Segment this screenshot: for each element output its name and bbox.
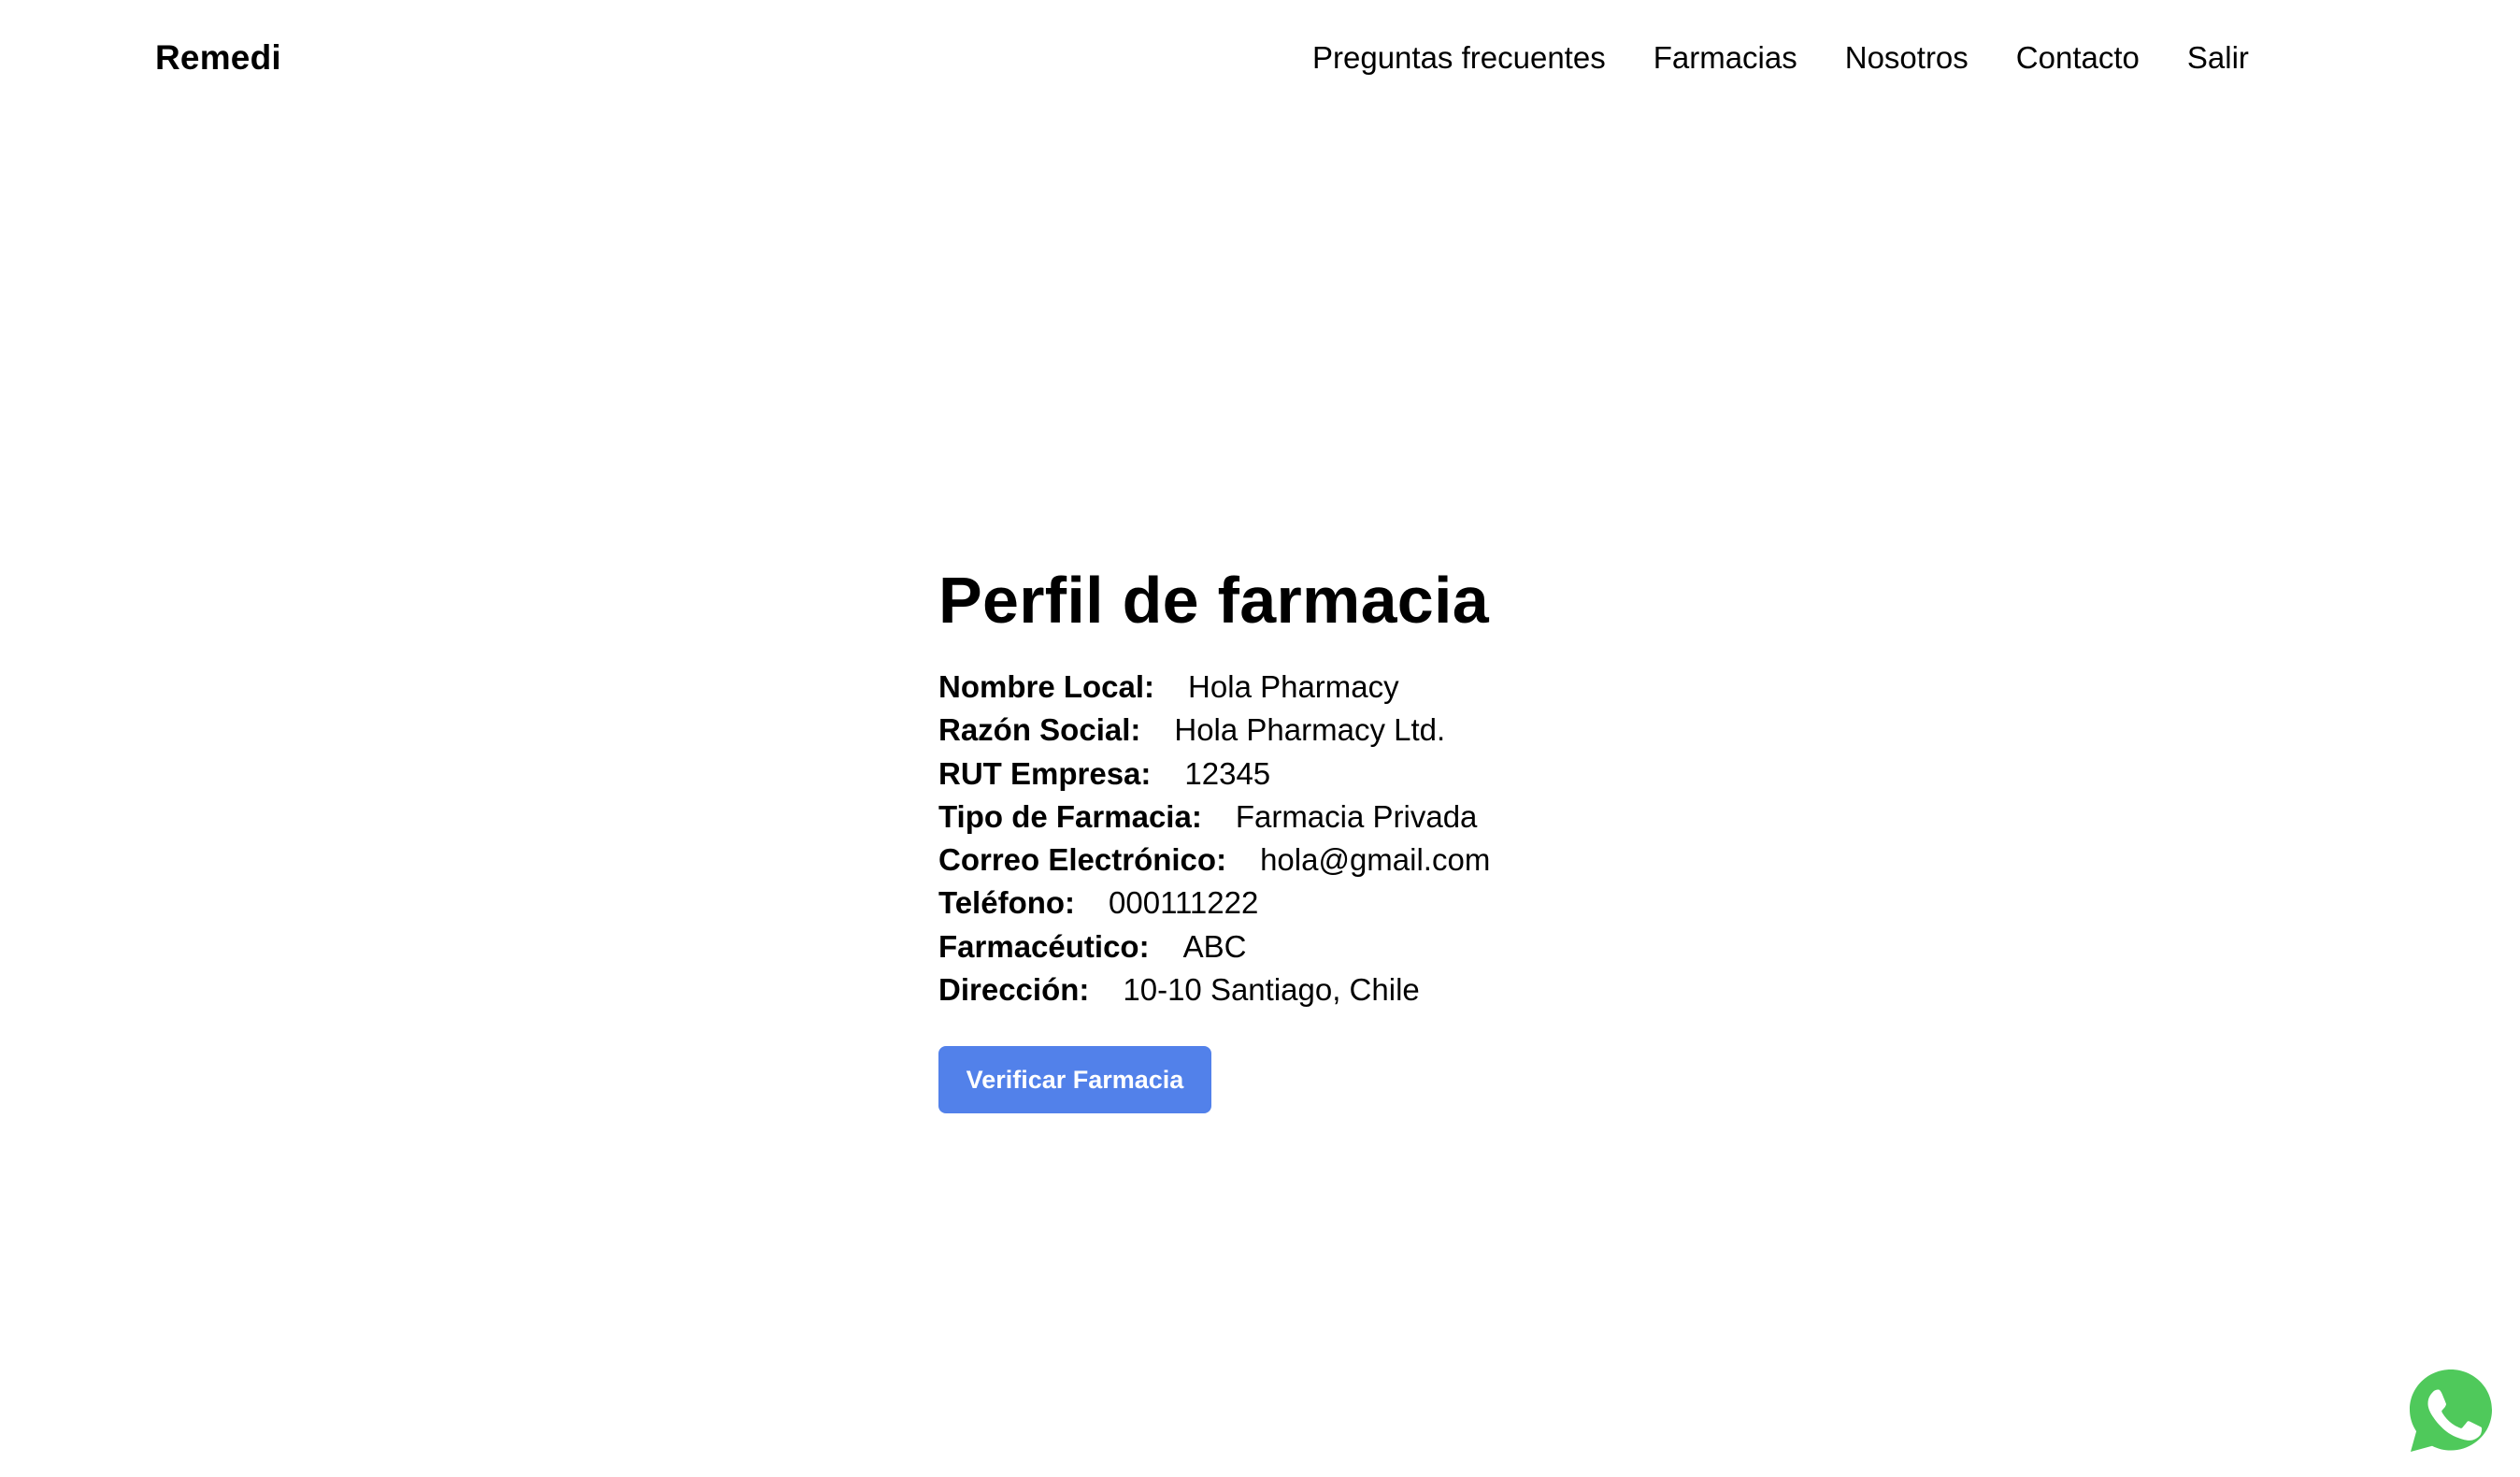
nav-link-salir[interactable]: Salir bbox=[2187, 36, 2249, 80]
field-value: Farmacia Privada bbox=[1235, 798, 1478, 834]
field-label: Correo Electrónico: bbox=[938, 842, 1227, 878]
pharmacy-profile-section: Perfil de farmacia Nombre Local: Hola Pha… bbox=[938, 557, 1649, 1114]
field-label: Razón Social: bbox=[938, 712, 1141, 748]
field-tipo-farmacia: Tipo de Farmacia: Farmacia Privada bbox=[938, 796, 1649, 839]
verify-pharmacy-button[interactable]: Verificar Farmacia bbox=[938, 1046, 1211, 1114]
nav-link-farmacias[interactable]: Farmacias bbox=[1654, 36, 1797, 80]
nav-link-nosotros[interactable]: Nosotros bbox=[1845, 36, 1969, 80]
nav-link-preguntas-frecuentes[interactable]: Preguntas frecuentes bbox=[1312, 36, 1606, 80]
whatsapp-chat-button[interactable] bbox=[2404, 1364, 2498, 1457]
field-label: Teléfono: bbox=[938, 885, 1076, 921]
profile-fields: Nombre Local: Hola Pharmacy Razón Social:… bbox=[938, 666, 1649, 1011]
field-value: hola@gmail.com bbox=[1260, 842, 1491, 878]
top-navigation-bar: Remedi Preguntas frecuentes Farmacias No… bbox=[0, 0, 2520, 116]
field-value: 12345 bbox=[1184, 755, 1271, 791]
nav-link-contacto[interactable]: Contacto bbox=[2016, 36, 2140, 80]
field-correo-electronico: Correo Electrónico: hola@gmail.com bbox=[938, 839, 1649, 882]
field-razon-social: Razón Social: Hola Pharmacy Ltd. bbox=[938, 709, 1649, 752]
field-label: Dirección: bbox=[938, 972, 1090, 1008]
field-telefono: Teléfono: 000111222 bbox=[938, 882, 1649, 925]
field-value: 000111222 bbox=[1109, 885, 1259, 921]
field-label: Farmacéutico: bbox=[938, 928, 1150, 964]
field-label: RUT Empresa: bbox=[938, 755, 1152, 791]
field-rut-empresa: RUT Empresa: 12345 bbox=[938, 753, 1649, 796]
field-nombre-local: Nombre Local: Hola Pharmacy bbox=[938, 666, 1649, 709]
field-label: Nombre Local: bbox=[938, 669, 1155, 704]
field-value: 10-10 Santiago, Chile bbox=[1123, 972, 1420, 1008]
field-direccion: Dirección: 10-10 Santiago, Chile bbox=[938, 968, 1649, 1011]
main-nav: Preguntas frecuentes Farmacias Nosotros … bbox=[1312, 36, 2249, 80]
brand-logo[interactable]: Remedi bbox=[155, 36, 281, 80]
field-label: Tipo de Farmacia: bbox=[938, 798, 1202, 834]
field-value: ABC bbox=[1182, 928, 1247, 964]
whatsapp-icon bbox=[2410, 1369, 2492, 1452]
field-value: Hola Pharmacy Ltd. bbox=[1174, 712, 1446, 748]
field-value: Hola Pharmacy bbox=[1188, 669, 1399, 704]
field-farmaceutico: Farmacéutico: ABC bbox=[938, 925, 1649, 968]
page-title: Perfil de farmacia bbox=[938, 564, 1490, 637]
